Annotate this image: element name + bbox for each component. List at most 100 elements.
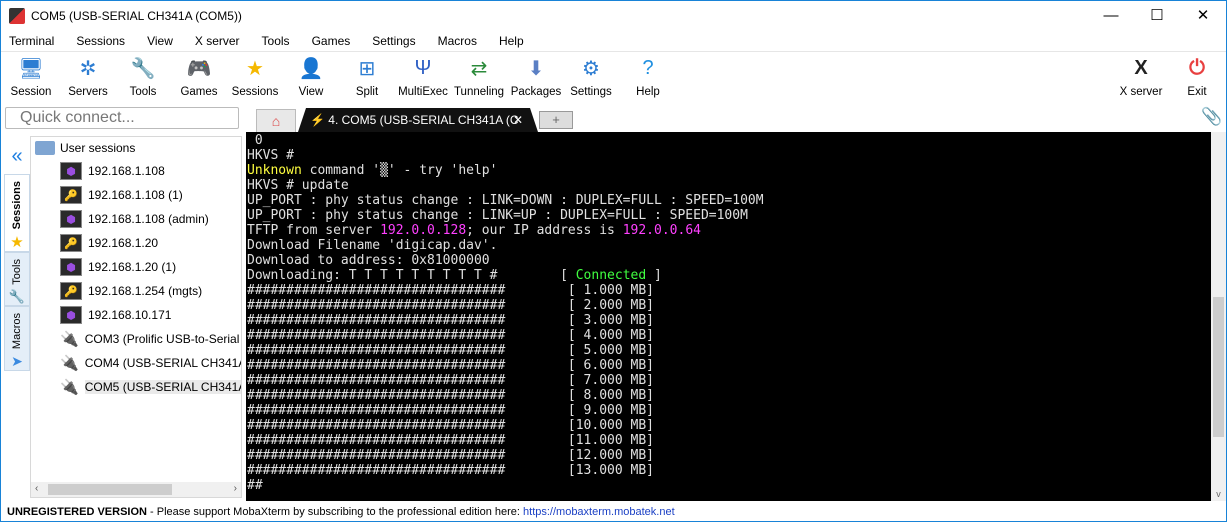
close-tab-icon[interactable]: ✕ — [513, 108, 523, 132]
tab-bar: ⌂ ⚡ 4. COM5 (USB-SERIAL CH341A (C ✕ + — [246, 107, 1226, 132]
terminal-line: ################################# [ 2.00… — [247, 298, 1211, 313]
side-tab-macros[interactable]: Macros ➤ — [4, 306, 30, 372]
toolbar-label: Split — [355, 86, 379, 98]
menu-settings[interactable]: Settings — [372, 32, 415, 51]
user-sessions-folder[interactable]: User sessions — [31, 137, 241, 159]
menu-terminal[interactable]: Terminal — [9, 32, 54, 51]
session-label: 192.168.1.20 (1) — [88, 260, 177, 274]
title-bar: COM5 (USB-SERIAL CH341A (COM5)) — ☐ ✕ — [1, 1, 1226, 31]
terminal-output[interactable]: 0 HKVS # Unknown command '▒' - try 'help' H… — [246, 132, 1211, 501]
new-tab-button[interactable]: + — [539, 111, 573, 129]
status-bar: UNREGISTERED VERSION - Please support Mo… — [1, 504, 1226, 522]
collapse-sidebar-icon[interactable]: « — [4, 136, 30, 174]
terminal-text: ################################# [12.00… — [247, 448, 654, 463]
terminal-line: Downloading: T T T T T T T T T # [ Conne… — [247, 268, 1211, 283]
terminal-line: HKVS # update — [247, 178, 1211, 193]
terminal-text: ## — [247, 478, 263, 493]
toolbar-session-button[interactable]: 🖥 Session — [1, 56, 61, 99]
terminal-text: TFTP from server — [247, 223, 381, 238]
session-item[interactable]: ⬢ 192.168.1.20 (1) — [31, 255, 241, 279]
horizontal-scrollbar[interactable]: ‹ › — [31, 482, 241, 497]
maximize-button[interactable]: ☐ — [1134, 1, 1180, 31]
terminal-line: ################################# [ 4.00… — [247, 328, 1211, 343]
toolbar-label: Tunneling — [453, 86, 505, 98]
terminal-text: ################################# [13.00… — [247, 463, 654, 478]
terminal-text: Unknown — [247, 163, 302, 178]
multiexec-icon: Ψ — [414, 56, 432, 79]
terminal-line: Download to address: 0x81000000 — [247, 253, 1211, 268]
terminal-line: ################################# [ 9.00… — [247, 403, 1211, 418]
toolbar-multiexec-button[interactable]: Ψ MultiExec — [393, 56, 453, 99]
close-button[interactable]: ✕ — [1180, 1, 1226, 31]
terminal-line: UP_PORT : phy status change : LINK=UP : … — [247, 208, 1211, 223]
toolbar-view-button[interactable]: 👤 View — [281, 56, 341, 99]
toolbar-games-button[interactable]: 🎮 Games — [169, 56, 229, 99]
toolbar-tools-button[interactable]: 🔧 Tools — [113, 56, 173, 99]
session-label: COM3 (Prolific USB-to-Serial Co — [84, 332, 242, 346]
terminal-text: Download to address: 0x81000000 — [247, 253, 490, 268]
session-label: COM4 (USB-SERIAL CH341A (C — [84, 356, 242, 370]
toolbar-label: Settings — [570, 86, 612, 98]
help-icon: ? — [642, 56, 654, 79]
tab-label: 4. COM5 (USB-SERIAL CH341A (C — [328, 113, 519, 127]
toolbar-exit-button[interactable]: ⏻ Exit — [1167, 56, 1227, 99]
terminal-scrollbar[interactable]: v — [1211, 132, 1226, 501]
website-link[interactable]: https://mobaxterm.mobatek.net — [523, 506, 675, 518]
menu-macros[interactable]: Macros — [438, 32, 477, 51]
tunneling-icon: ⇄ — [470, 57, 488, 80]
terminal-text: Connected — [575, 268, 647, 283]
side-tab-tools[interactable]: Tools 🔧 — [4, 252, 30, 306]
session-item[interactable]: 🔌 COM4 (USB-SERIAL CH341A (C — [31, 351, 241, 375]
terminal-line: Download Filename 'digicap.dav'. — [247, 238, 1211, 253]
session-item[interactable]: ⬢ 192.168.1.108 — [31, 159, 241, 183]
ssh-session-icon: ⬢ — [60, 258, 82, 276]
minimize-button[interactable]: — — [1088, 1, 1134, 31]
toolbar-servers-button[interactable]: ✲ Servers — [58, 56, 118, 99]
terminal-line: UP_PORT : phy status change : LINK=DOWN … — [247, 193, 1211, 208]
menu-x-server[interactable]: X server — [195, 32, 240, 51]
terminal-line: Unknown command '▒' - try 'help' — [247, 163, 1211, 178]
tab-com5[interactable]: ⚡ 4. COM5 (USB-SERIAL CH341A (C ✕ — [298, 108, 538, 132]
session-item[interactable]: 🔑 192.168.1.254 (mgts) — [31, 279, 241, 303]
serial-plug-icon: 🔌 — [60, 379, 79, 396]
toolbar-help-button[interactable]: ? Help — [618, 56, 678, 99]
menu-view[interactable]: View — [147, 32, 173, 51]
terminal-line: ################################# [11.00… — [247, 433, 1211, 448]
session-item[interactable]: ⬢ 192.168.1.108 (admin) — [31, 207, 241, 231]
quick-connect-input[interactable]: Quick connect... — [5, 107, 239, 129]
toolbar-settings-button[interactable]: ⚙ Settings — [561, 56, 621, 99]
side-tab-sessions[interactable]: Sessions ★ — [4, 174, 30, 253]
session-item[interactable]: 🔌 COM5 (USB-SERIAL CH341A (C — [31, 375, 241, 399]
terminal-text: ################################# [ 4.00… — [247, 328, 654, 343]
tools-icon: 🔧 — [130, 57, 156, 80]
toolbar-tunneling-button[interactable]: ⇄ Tunneling — [449, 56, 509, 99]
menu-help[interactable]: Help — [499, 32, 524, 51]
side-tab-label: Macros — [11, 313, 23, 350]
menu-tools[interactable]: Tools — [262, 32, 290, 51]
session-label: 192.168.1.108 (admin) — [88, 212, 209, 226]
menu-games[interactable]: Games — [312, 32, 351, 51]
terminal-text: ################################# [ 7.00… — [247, 373, 654, 388]
terminal-text: 0 — [247, 133, 263, 148]
session-item[interactable]: 🔑 192.168.1.108 (1) — [31, 183, 241, 207]
toolbar-split-button[interactable]: ⊞ Split — [337, 56, 397, 99]
ssh-session-icon: ⬢ — [60, 162, 82, 180]
session-label: 192.168.1.108 (1) — [88, 188, 183, 202]
menu-bar: Terminal Sessions View X server Tools Games Se… — [1, 32, 538, 51]
toolbar-sessions-button[interactable]: ★ Sessions — [225, 56, 285, 99]
session-item[interactable]: 🔑 192.168.1.20 — [31, 231, 241, 255]
session-label: 192.168.1.108 — [88, 164, 165, 178]
toolbar-x-server-button[interactable]: X X server — [1111, 56, 1171, 99]
toolbar-packages-button[interactable]: ⬇ Packages — [506, 56, 566, 99]
terminal-text: Download Filename 'digicap.dav'. — [247, 238, 498, 253]
menu-sessions[interactable]: Sessions — [76, 32, 125, 51]
attachment-icon[interactable]: 📎 — [1201, 107, 1222, 127]
session-item[interactable]: 🔌 COM3 (Prolific USB-to-Serial Co — [31, 327, 241, 351]
home-tab[interactable]: ⌂ — [256, 109, 296, 132]
toolbar-label: Tools — [129, 86, 157, 98]
toolbar-label: View — [298, 86, 324, 98]
session-item[interactable]: ⬢ 192.168.10.171 — [31, 303, 241, 327]
terminal-text: 192.0.0.128 — [380, 223, 467, 238]
terminal-line: ## — [247, 478, 1211, 493]
folder-icon — [35, 141, 55, 155]
